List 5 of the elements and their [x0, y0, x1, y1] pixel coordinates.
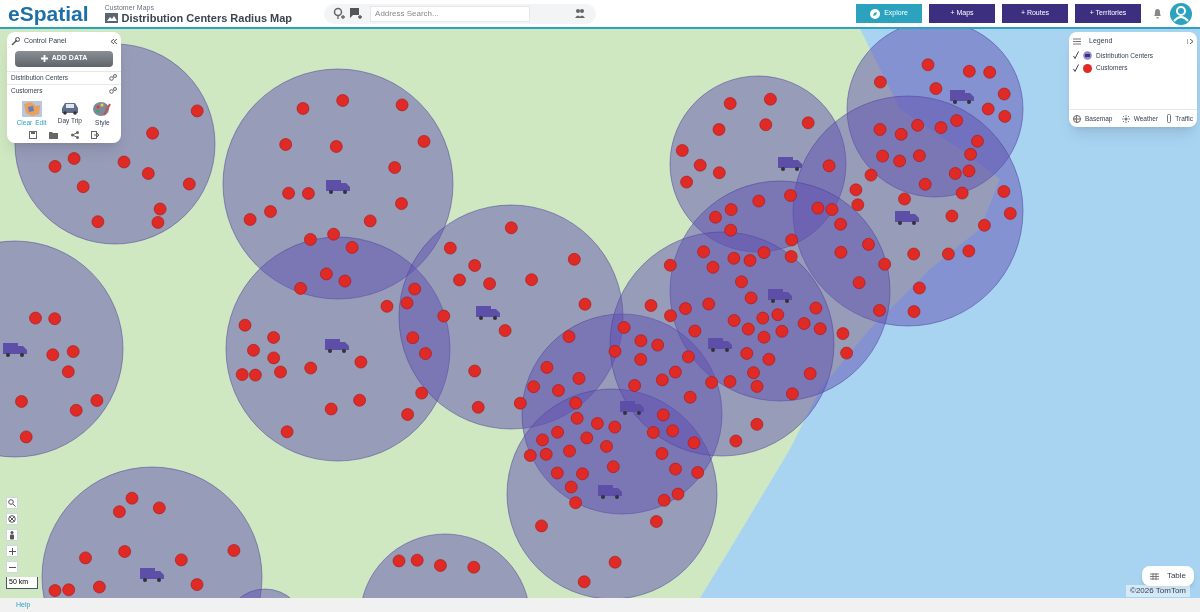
address-search-field[interactable]: Address Search... — [370, 5, 531, 22]
logo[interactable]: eSpatial — [8, 3, 89, 24]
map-copyright: ©2026 TomTom — [1126, 585, 1190, 597]
map-title: Distribution Centers Radius Map — [121, 12, 293, 24]
table-button[interactable]: Table — [1141, 566, 1194, 586]
